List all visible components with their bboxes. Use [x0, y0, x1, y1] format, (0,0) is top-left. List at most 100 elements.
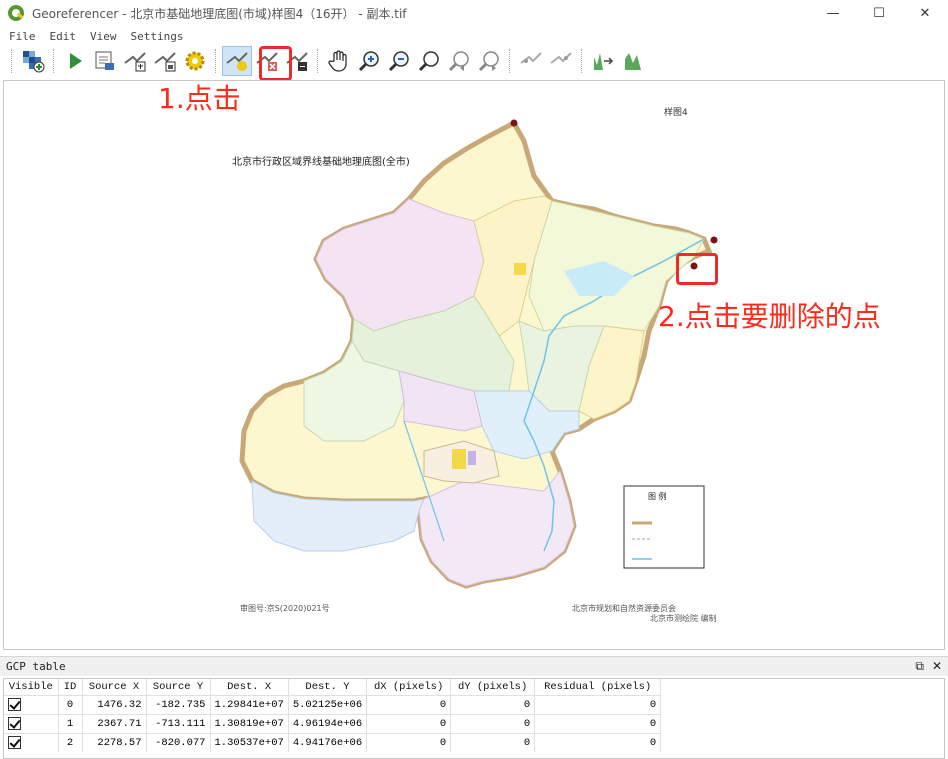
zoom-layer-icon	[418, 51, 439, 72]
qgis-logo-icon	[8, 5, 24, 21]
gcp-table: Visible ID Source X Source Y Dest. X Des…	[3, 678, 945, 759]
gcp-panel-title: GCP table	[6, 660, 66, 673]
map-canvas[interactable]: 北京市行政区域界线基础地理底图(全市) 样图4 审图号:京S(2020)021号…	[3, 80, 945, 650]
gcp-panel-header: GCP table ⧉ ✕	[0, 656, 948, 676]
cell-dy: 0	[450, 694, 536, 714]
table-row[interactable]: 1 2367.71 -713.111 1.30819e+07 4.96194e+…	[4, 713, 662, 733]
col-dest-y[interactable]: Dest. Y	[288, 679, 368, 695]
close-icon[interactable]: ✕	[932, 659, 942, 674]
cell-dest-x[interactable]: 1.30819e+07	[210, 713, 289, 733]
cell-dy: 0	[450, 732, 536, 752]
cell-dest-y[interactable]: 4.94176e+06	[288, 732, 368, 752]
open-raster-button[interactable]	[18, 46, 48, 76]
col-dx[interactable]: dX (pixels)	[366, 679, 452, 695]
script-icon	[95, 51, 114, 70]
toolbar-separator	[11, 49, 13, 73]
cell-residual: 0	[534, 694, 662, 714]
menu-file[interactable]: File	[9, 30, 36, 43]
toolbar	[0, 44, 948, 78]
col-source-x[interactable]: Source X	[82, 679, 147, 695]
zoom-in-icon	[358, 51, 379, 72]
histogram-local-icon	[625, 53, 641, 70]
window-title: Georeferencer - 北京市基础地理底图(市域)样图4（16开） - …	[32, 6, 407, 21]
full-histogram-stretch-button[interactable]	[588, 46, 618, 76]
cell-source-y[interactable]: -713.111	[146, 713, 211, 733]
zoom-next-button[interactable]	[474, 46, 504, 76]
col-dest-x[interactable]: Dest. X	[210, 679, 289, 695]
zoom-out-button[interactable]	[384, 46, 414, 76]
visible-checkbox-cell[interactable]	[4, 732, 59, 752]
district-huairou-seat	[514, 263, 526, 275]
cell-dx: 0	[366, 732, 452, 752]
col-visible[interactable]: Visible	[4, 679, 59, 695]
start-georeferencing-button[interactable]	[60, 46, 90, 76]
zoom-in-button[interactable]	[354, 46, 384, 76]
close-window-button[interactable]: ✕	[902, 0, 948, 26]
col-residual[interactable]: Residual (pixels)	[534, 679, 662, 695]
cell-id: 0	[58, 694, 83, 714]
zoom-last-button[interactable]	[444, 46, 474, 76]
zoom-to-layer-button[interactable]	[414, 46, 444, 76]
cell-dx: 0	[366, 694, 452, 714]
cell-residual: 0	[534, 713, 662, 733]
cell-source-y[interactable]: -820.077	[146, 732, 211, 752]
generate-gdal-script-button[interactable]	[90, 46, 120, 76]
visible-checkbox[interactable]	[8, 736, 21, 750]
district-core-2	[468, 451, 476, 465]
cell-source-x[interactable]: 1476.32	[82, 694, 147, 714]
load-gcp-points-button[interactable]	[120, 46, 150, 76]
cell-source-x[interactable]: 2367.71	[82, 713, 147, 733]
cell-dx: 0	[366, 713, 452, 733]
col-source-y[interactable]: Source Y	[146, 679, 211, 695]
pan-button[interactable]	[324, 46, 354, 76]
zoom-last-icon	[448, 51, 469, 72]
col-id[interactable]: ID	[58, 679, 83, 695]
zoom-out-icon	[388, 51, 409, 72]
toolbar-separator	[215, 49, 217, 73]
maximize-button[interactable]: ☐	[856, 0, 902, 26]
annotation-step2: 2.点击要删除的点	[658, 300, 881, 333]
cell-dest-y[interactable]: 4.96194e+06	[288, 713, 368, 733]
table-row[interactable]: 0 1476.32 -182.735 1.29841e+07 5.02125e+…	[4, 694, 662, 714]
link-geo-icon	[520, 52, 542, 64]
save-gcp-points-button[interactable]	[150, 46, 180, 76]
local-histogram-stretch-button[interactable]	[618, 46, 648, 76]
transformation-settings-button[interactable]	[180, 46, 210, 76]
toolbar-separator	[581, 49, 583, 73]
hand-icon	[328, 50, 347, 72]
gear-icon	[185, 51, 205, 71]
visible-checkbox[interactable]	[8, 716, 21, 730]
restore-icon[interactable]: ⧉	[915, 659, 924, 674]
cell-id: 1	[58, 713, 83, 733]
link-georeferencer-button[interactable]	[516, 46, 546, 76]
menu-settings[interactable]: Settings	[131, 30, 184, 43]
menu-view[interactable]: View	[90, 30, 117, 43]
visible-checkbox-cell[interactable]	[4, 694, 59, 714]
visible-checkbox-cell[interactable]	[4, 713, 59, 733]
toolbar-separator	[53, 49, 55, 73]
add-point-button[interactable]	[222, 46, 252, 76]
table-row[interactable]: 2 2278.57 -820.077 1.30537e+07 4.94176e+…	[4, 732, 662, 752]
save-gcp-icon	[154, 52, 176, 72]
map-sheet-label: 样图4	[664, 108, 688, 118]
cell-source-x[interactable]: 2278.57	[82, 732, 147, 752]
title-bar: Georeferencer - 北京市基础地理底图(市域)样图4（16开） - …	[0, 0, 948, 26]
col-dy[interactable]: dY (pixels)	[450, 679, 536, 695]
menu-edit[interactable]: Edit	[50, 30, 77, 43]
gcp-point-1	[710, 236, 718, 244]
map-footer-right-2: 北京市测绘院 编制	[650, 614, 717, 623]
target-point-highlight	[676, 253, 718, 285]
cell-dest-y[interactable]: 5.02125e+06	[288, 694, 368, 714]
window-controls: — ☐ ✕	[810, 0, 948, 26]
annotation-step1: 1.点击	[158, 82, 241, 115]
cell-source-y[interactable]: -182.735	[146, 694, 211, 714]
cell-residual: 0	[534, 732, 662, 752]
link-qgis-button[interactable]	[546, 46, 576, 76]
gcp-table-grid: Visible ID Source X Source Y Dest. X Des…	[4, 679, 662, 752]
district-core	[452, 449, 466, 469]
cell-dest-x[interactable]: 1.30537e+07	[210, 732, 289, 752]
visible-checkbox[interactable]	[8, 697, 21, 711]
minimize-button[interactable]: —	[810, 0, 856, 26]
play-icon	[70, 53, 82, 69]
cell-dest-x[interactable]: 1.29841e+07	[210, 694, 289, 714]
